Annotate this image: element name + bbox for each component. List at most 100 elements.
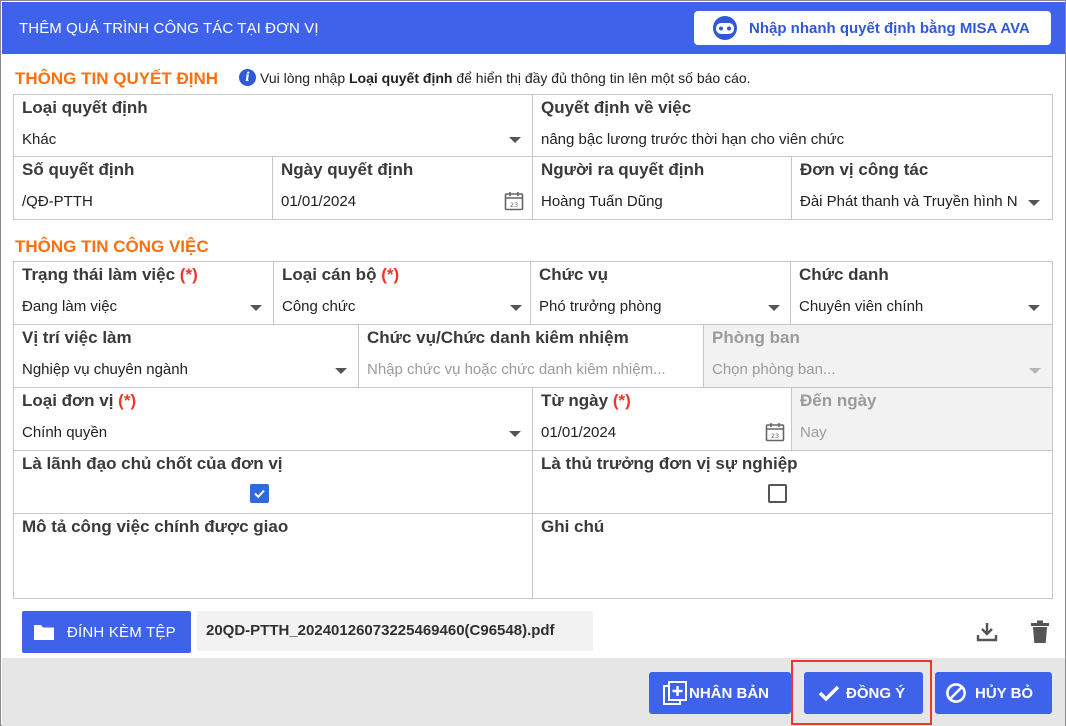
department-label: Phòng ban: [712, 328, 800, 347]
staff-type-field[interactable]: Loại cán bộ (*) Công chức: [273, 261, 531, 325]
cancel-label: HỦY BỎ: [975, 684, 1034, 702]
decision-type-label: Loại quyết định: [22, 98, 148, 117]
chevron-down-icon[interactable]: [250, 305, 262, 311]
chevron-down-icon[interactable]: [510, 305, 522, 311]
head-of-unit-label: Là thủ trưởng đơn vị sự nghiệp: [541, 454, 798, 473]
calendar-icon[interactable]: 23: [765, 422, 785, 442]
decision-subject-value: nâng bậc lương trước thời hạn cho viên c…: [541, 131, 845, 148]
duplicate-button[interactable]: NHÂN BẢN: [649, 672, 791, 714]
check-icon: [254, 489, 265, 499]
job-title-label: Chức danh: [799, 265, 889, 284]
attach-file-button[interactable]: ĐÍNH KÈM TỆP: [22, 611, 191, 653]
unit-type-label: Loại đơn vị: [22, 391, 114, 410]
robot-icon: [710, 15, 740, 41]
decision-subject-field[interactable]: Quyết định về việc nâng bậc lương trước …: [532, 94, 1053, 157]
from-date-label-wrap: Từ ngày (*): [541, 391, 631, 411]
decision-number-value: /QĐ-PTTH: [22, 193, 93, 210]
decision-date-field[interactable]: Ngày quyết định 01/01/2024 23: [272, 156, 533, 220]
chevron-down-icon: [1029, 368, 1041, 374]
svg-text:23: 23: [771, 432, 779, 440]
folder-icon: [34, 625, 54, 640]
chevron-down-icon[interactable]: [509, 431, 521, 437]
work-unit-field[interactable]: Đơn vị công tác Đài Phát thanh và Truyền…: [791, 156, 1053, 220]
staff-type-label-wrap: Loại cán bộ (*): [282, 265, 399, 285]
department-field: Phòng ban Chọn phòng ban...: [703, 324, 1053, 388]
decision-subject-label: Quyết định về việc: [541, 98, 692, 117]
concurrent-position-placeholder: Nhập chức vụ hoặc chức danh kiêm nhiệm..…: [367, 361, 666, 378]
key-leader-label: Là lãnh đạo chủ chốt của đơn vị: [22, 454, 283, 473]
note-suffix: để hiển thị đầy đủ thông tin lên một số …: [456, 69, 751, 86]
concurrent-position-label: Chức vụ/Chức danh kiêm nhiệm: [367, 328, 629, 347]
job-position-label: Vị trí việc làm: [22, 328, 132, 347]
department-placeholder: Chọn phòng ban...: [712, 361, 836, 378]
to-date-field: Đến ngày Nay: [791, 387, 1053, 451]
job-title-field[interactable]: Chức danh Chuyên viên chính: [790, 261, 1053, 325]
to-date-placeholder: Nay: [800, 424, 827, 441]
attach-file-label: ĐÍNH KÈM TỆP: [67, 623, 176, 641]
from-date-value: 01/01/2024: [541, 424, 617, 441]
note-prefix: Vui lòng nhập: [260, 69, 346, 86]
required-mark: (*): [381, 265, 400, 284]
work-status-label: Trạng thái làm việc: [22, 265, 176, 284]
misa-ava-button-label: Nhập nhanh quyết định bằng MISA AVA: [749, 19, 1030, 37]
download-icon[interactable]: [975, 620, 999, 644]
job-title-value: Chuyên viên chính: [799, 298, 924, 315]
required-mark: (*): [612, 391, 631, 410]
ok-button-highlight: [791, 660, 932, 725]
decision-number-field[interactable]: Số quyết định /QĐ-PTTH: [13, 156, 273, 220]
position-label: Chức vụ: [539, 265, 608, 284]
required-mark: (*): [179, 265, 198, 284]
decision-type-field[interactable]: Loại quyết định Khác: [13, 94, 533, 157]
job-description-field[interactable]: Mô tả công việc chính được giao: [13, 513, 533, 599]
chevron-down-icon[interactable]: [768, 305, 780, 311]
job-description-label: Mô tả công việc chính được giao: [22, 517, 289, 536]
work-status-label-wrap: Trạng thái làm việc (*): [22, 265, 198, 285]
staff-type-label: Loại cán bộ: [282, 265, 377, 284]
job-position-value: Nghiệp vụ chuyên ngành: [22, 361, 188, 378]
attached-file-name[interactable]: 20QD-PTTH_20240126073225469460(C96548).p…: [197, 611, 593, 651]
job-position-field[interactable]: Vị trí việc làm Nghiệp vụ chuyên ngành: [13, 324, 359, 388]
trash-icon[interactable]: [1030, 620, 1050, 644]
staff-type-value: Công chức: [282, 298, 356, 315]
from-date-field[interactable]: Từ ngày (*) 01/01/2024 23: [532, 387, 792, 451]
note-field[interactable]: Ghi chú: [532, 513, 1053, 599]
concurrent-position-field[interactable]: Chức vụ/Chức danh kiêm nhiệm Nhập chức v…: [358, 324, 704, 388]
chevron-down-icon[interactable]: [335, 368, 347, 374]
decision-date-label: Ngày quyết định: [281, 160, 414, 179]
decision-section-title: THÔNG TIN QUYẾT ĐỊNH: [15, 69, 219, 88]
work-unit-label: Đơn vị công tác: [800, 160, 929, 179]
dialog-title: THÊM QUÁ TRÌNH CÔNG TÁC TẠI ĐƠN VỊ: [19, 20, 319, 37]
note-bold: Loại quyết định: [349, 69, 453, 86]
note-label: Ghi chú: [541, 517, 605, 536]
unit-type-value: Chính quyền: [22, 424, 108, 441]
key-leader-checkbox[interactable]: [250, 484, 269, 503]
decision-signer-field[interactable]: Người ra quyết định Hoàng Tuấn Dũng: [532, 156, 792, 220]
key-leader-field: Là lãnh đạo chủ chốt của đơn vị: [13, 450, 533, 514]
misa-ava-quick-input-button[interactable]: Nhập nhanh quyết định bằng MISA AVA: [694, 11, 1051, 45]
decision-info-note: i Vui lòng nhập Loại quyết định để hiển …: [239, 69, 751, 86]
work-status-field[interactable]: Trạng thái làm việc (*) Đang làm việc: [13, 261, 274, 325]
work-unit-value: Đài Phát thanh và Truyền hình N: [800, 193, 1018, 210]
chevron-down-icon[interactable]: [1028, 305, 1040, 311]
to-date-label: Đến ngày: [800, 391, 877, 410]
chevron-down-icon[interactable]: [509, 137, 521, 143]
work-history-dialog: THÊM QUÁ TRÌNH CÔNG TÁC TẠI ĐƠN VỊ Nhập …: [0, 0, 1066, 726]
duplicate-label: NHÂN BẢN: [689, 684, 769, 702]
cancel-button[interactable]: HỦY BỎ: [935, 672, 1052, 714]
decision-date-value: 01/01/2024: [281, 193, 357, 210]
dialog-header: THÊM QUÁ TRÌNH CÔNG TÁC TẠI ĐƠN VỊ Nhập …: [2, 2, 1065, 54]
required-mark: (*): [118, 391, 137, 410]
chevron-down-icon[interactable]: [1028, 200, 1040, 206]
head-of-unit-field: Là thủ trưởng đơn vị sự nghiệp: [532, 450, 1053, 514]
decision-signer-label: Người ra quyết định: [541, 160, 705, 179]
cancel-icon: [946, 683, 966, 703]
decision-signer-value: Hoàng Tuấn Dũng: [541, 193, 663, 210]
svg-text:23: 23: [510, 201, 518, 209]
decision-type-value: Khác: [22, 131, 57, 148]
position-field[interactable]: Chức vụ Phó trưởng phòng: [530, 261, 791, 325]
unit-type-field[interactable]: Loại đơn vị (*) Chính quyền: [13, 387, 533, 451]
unit-type-label-wrap: Loại đơn vị (*): [22, 391, 136, 411]
calendar-icon[interactable]: 23: [504, 191, 524, 211]
from-date-label: Từ ngày: [541, 391, 609, 410]
head-of-unit-checkbox[interactable]: [768, 484, 787, 503]
